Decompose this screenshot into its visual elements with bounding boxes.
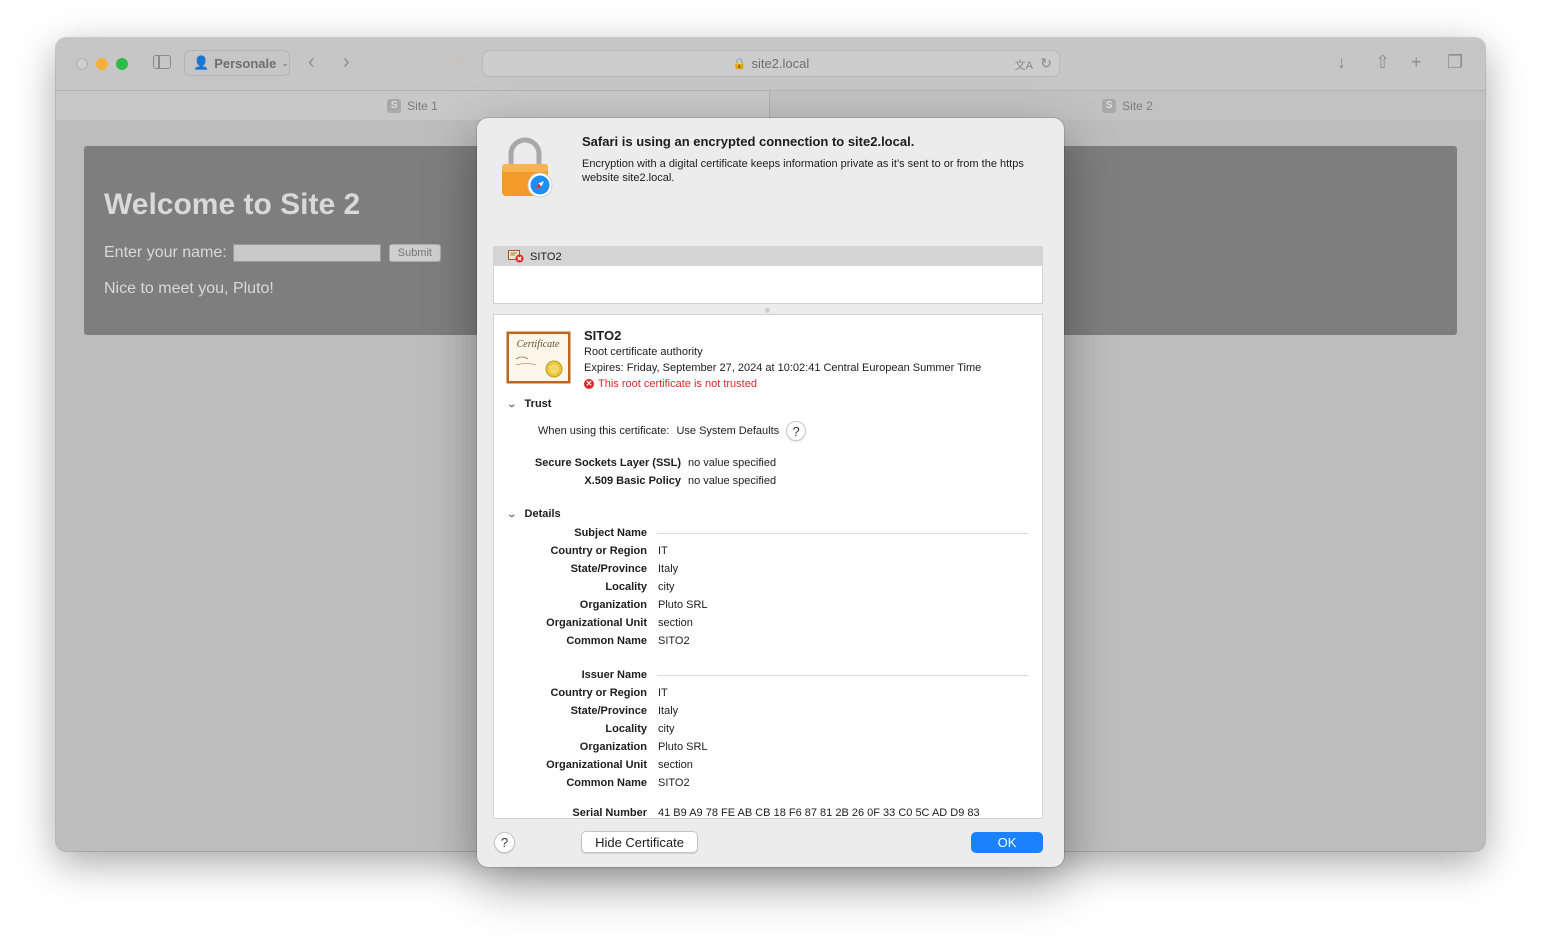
help-button[interactable]: ?: [494, 832, 515, 853]
detail-row: Country or Region IT: [550, 545, 668, 557]
close-window-button[interactable]: [76, 58, 88, 70]
trust-setting-popup[interactable]: Use System Defaults: [676, 425, 779, 437]
dialog-description: Encryption with a digital certificate ke…: [582, 158, 1024, 184]
tab-site-2[interactable]: S Site 2: [770, 91, 1485, 120]
details-section-toggle[interactable]: ⌄ Details: [506, 508, 561, 520]
privacy-shield-icon[interactable]: ♡: [451, 54, 464, 70]
detail-row: Locality city: [605, 723, 675, 735]
detail-row: State/Province Italy: [570, 563, 679, 575]
detail-row: Common Name SITO2: [566, 777, 690, 789]
error-icon: ✕: [584, 379, 594, 389]
ssl-value[interactable]: no value specified: [688, 457, 776, 469]
certificate-type: Root certificate authority: [584, 346, 703, 358]
chevron-down-icon: ⌄: [281, 57, 289, 68]
share-icon[interactable]: ⇧: [1375, 53, 1390, 71]
detail-row: Organization Pluto SRL: [579, 599, 708, 611]
ssl-row: Secure Sockets Layer (SSL) no value spec…: [494, 457, 776, 469]
untrusted-certificate-icon: [508, 250, 524, 263]
detail-row: Locality city: [605, 581, 675, 593]
trust-help-button[interactable]: ?: [786, 421, 807, 441]
certificate-dialog: Safari is using an encrypted connection …: [477, 118, 1064, 867]
person-icon: 👤: [193, 55, 210, 70]
issuer-name-header: Issuer Name: [581, 669, 647, 681]
divider: [657, 533, 1029, 534]
forward-button[interactable]: ›: [343, 52, 350, 72]
favicon-icon: S: [387, 98, 402, 113]
ssl-label: Secure Sockets Layer (SSL): [534, 457, 681, 469]
sidebar-toggle-icon[interactable]: [153, 55, 171, 69]
downloads-icon[interactable]: ↓: [1337, 53, 1346, 71]
hide-certificate-button[interactable]: Hide Certificate: [581, 831, 698, 853]
chevron-down-icon: ⌄: [506, 398, 518, 409]
certificate-details[interactable]: Certificate SITO2 Root certificate autho…: [493, 314, 1043, 819]
trust-status-text: This root certificate is not trusted: [598, 378, 757, 390]
certificate-list: SITO2: [493, 246, 1043, 304]
split-handle[interactable]: [765, 308, 770, 313]
certificate-icon: Certificate: [506, 331, 571, 384]
toolbar: 👤 Personale ⌄ ‹ › ♡ 🔒 site2.local 文A ↻ ↓…: [56, 38, 1485, 90]
certificate-expiry: Expires: Friday, September 27, 2024 at 1…: [584, 362, 982, 374]
detail-row: Organizational Unit section: [546, 617, 693, 629]
ok-button[interactable]: OK: [971, 832, 1043, 853]
certificate-image-text: Certificate: [517, 339, 560, 350]
greeting-text: Nice to meet you, Pluto!: [104, 280, 274, 297]
x509-label: X.509 Basic Policy: [584, 475, 681, 487]
detail-row: Organizational Unit section: [546, 759, 693, 771]
certificate-list-item[interactable]: SITO2: [494, 247, 1042, 266]
translate-icon[interactable]: 文A: [1015, 57, 1033, 73]
details-header: Details: [524, 508, 561, 520]
divider: [657, 675, 1029, 676]
minimize-window-button[interactable]: [96, 58, 108, 70]
name-input[interactable]: [232, 244, 381, 262]
tab-label: Site 1: [407, 98, 438, 113]
x509-value[interactable]: no value specified: [688, 475, 776, 487]
trust-section-toggle[interactable]: ⌄ Trust: [506, 398, 552, 410]
detail-row: Country or Region IT: [550, 687, 668, 699]
tab-bar: S Site 1 S Site 2: [56, 90, 1485, 121]
detail-row: Common Name SITO2: [566, 635, 690, 647]
address-text: site2.local: [751, 56, 810, 71]
tab-site-1[interactable]: S Site 1: [56, 91, 770, 120]
lock-icon[interactable]: 🔒: [733, 57, 747, 70]
profile-label: Personale: [214, 55, 277, 71]
zoom-window-button[interactable]: [116, 58, 128, 70]
trust-status: ✕ This root certificate is not trusted: [584, 378, 757, 390]
address-bar[interactable]: 🔒 site2.local 文A ↻: [482, 50, 1060, 77]
favicon-icon: S: [1102, 98, 1117, 113]
x509-row: X.509 Basic Policy no value specified: [494, 475, 776, 487]
name-label: Enter your name:: [104, 244, 227, 261]
dialog-title: Safari is using an encrypted connection …: [582, 134, 915, 149]
trust-header: Trust: [524, 398, 552, 410]
trust-setting-row: When using this certificate: Use System …: [538, 421, 807, 441]
when-using-label: When using this certificate:: [538, 425, 670, 437]
page-heading: Welcome to Site 2: [104, 188, 361, 221]
back-button[interactable]: ‹: [308, 52, 315, 72]
detail-row: Organization Pluto SRL: [579, 741, 708, 753]
tab-overview-icon[interactable]: ❐: [1447, 53, 1463, 71]
subject-name-header: Subject Name: [574, 527, 647, 539]
certificate-list-label: SITO2: [530, 250, 562, 263]
detail-row: State/Province Italy: [570, 705, 679, 717]
chevron-down-icon: ⌄: [506, 508, 518, 519]
serial-number-row: Serial Number 41 B9 A9 78 FE AB CB 18 F6…: [572, 807, 980, 819]
padlock-icon: [502, 137, 553, 198]
reload-icon[interactable]: ↻: [1040, 55, 1052, 72]
profile-button[interactable]: 👤 Personale ⌄: [184, 50, 290, 76]
name-form: Enter your name: Submit: [104, 244, 441, 262]
new-tab-icon[interactable]: +: [1411, 53, 1422, 71]
submit-button[interactable]: Submit: [388, 244, 441, 262]
certificate-name: SITO2: [584, 328, 622, 343]
tab-label: Site 2: [1122, 98, 1153, 113]
